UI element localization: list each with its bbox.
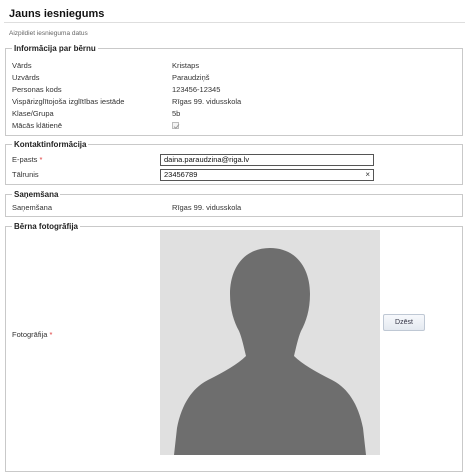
class-label: Klase/Grupa <box>12 109 54 118</box>
page-title: Jauns iesniegums <box>9 8 105 20</box>
phone-input[interactable]: 23456789 × <box>160 169 374 181</box>
school-value: Rīgas 99. vidusskola <box>172 97 242 106</box>
application-page: Jauns iesniegums Aizpildiet iesnieguma d… <box>0 0 469 472</box>
last-name-value: Paraudziņš <box>172 73 210 82</box>
contact-legend: Kontaktinformācija <box>14 140 87 149</box>
receipt-label: Saņemšana <box>12 203 53 212</box>
first-name-value: Kristaps <box>172 61 200 70</box>
phone-label: Tālrunis <box>12 170 39 179</box>
photo-label: Fotogrāfija * <box>12 330 53 339</box>
email-input-value: daina.paraudzina@riga.lv <box>164 155 250 164</box>
last-name-label: Uzvārds <box>12 73 40 82</box>
email-input[interactable]: daina.paraudzina@riga.lv <box>160 154 374 166</box>
child-photo <box>160 230 380 455</box>
title-divider <box>4 22 465 23</box>
receipt-legend: Saņemšana <box>14 190 59 199</box>
clear-input-icon[interactable]: × <box>365 170 370 180</box>
check-icon <box>173 124 180 130</box>
child-info-section: Informācija par bērnu <box>5 44 463 136</box>
personal-code-label: Personas kods <box>12 85 62 94</box>
person-silhouette-icon <box>174 248 366 455</box>
first-name-label: Vārds <box>12 61 32 70</box>
phone-input-value: 23456789 <box>164 170 198 179</box>
delete-photo-button[interactable]: Dzēst <box>383 314 425 331</box>
required-mark: * <box>49 330 53 339</box>
page-subtitle: Aizpildiet iesnieguma datus <box>9 30 88 37</box>
attendance-label: Mācās klātienē <box>12 121 63 130</box>
required-mark: * <box>39 155 43 164</box>
receipt-value: Rīgas 99. vidusskola <box>172 203 242 212</box>
photo-body: Fotogrāfija * Dzēst <box>0 222 469 468</box>
child-info-legend: Informācija par bērnu <box>14 44 96 53</box>
email-label: E-pasts * <box>12 155 43 164</box>
school-label: Vispārizglītojoša izglītības iestāde <box>12 97 125 106</box>
personal-code-value: 123456-12345 <box>172 85 221 94</box>
class-value: 5b <box>172 109 181 118</box>
attendance-checkbox <box>172 122 180 130</box>
